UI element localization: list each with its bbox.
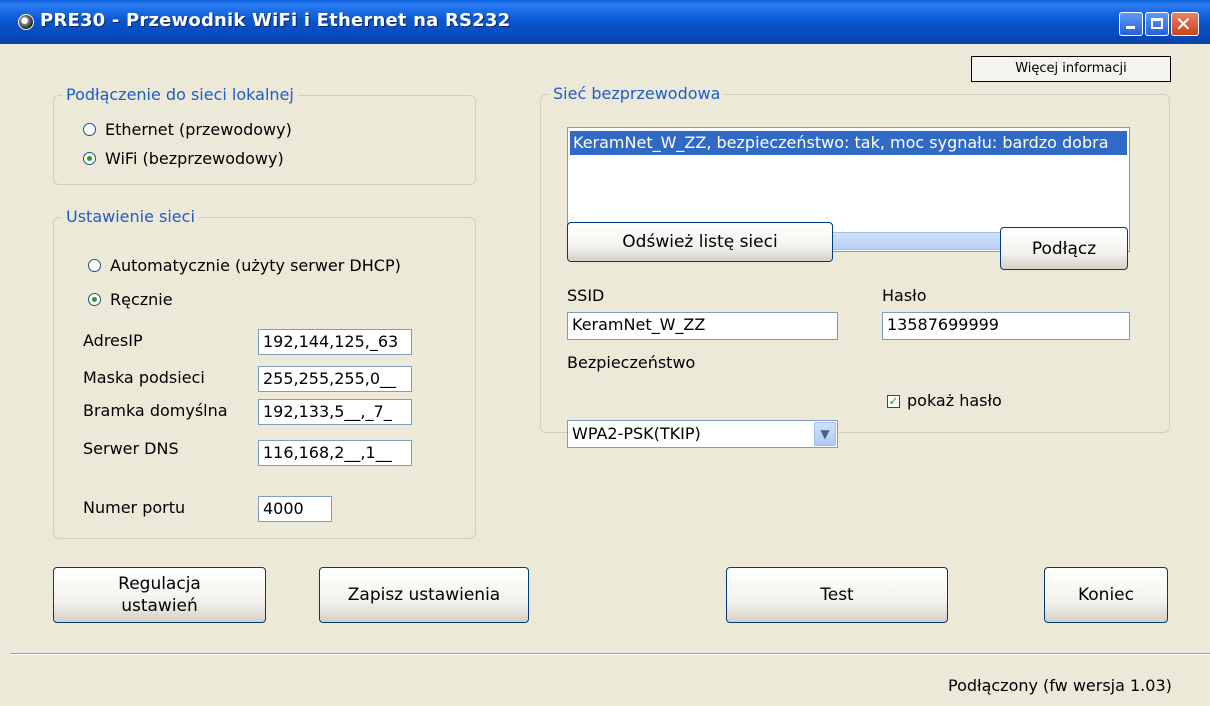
title-bar[interactable]: PRE30 - Przewodnik WiFi i Ethernet na RS… <box>0 0 1210 44</box>
dns-label: Serwer DNS <box>83 439 179 458</box>
dns-field[interactable]: 116,168,2__,1__ <box>258 440 412 466</box>
ip-address-label: AdresIP <box>83 331 143 350</box>
local-network-title: Podłączenie do sieci lokalnej <box>62 85 298 104</box>
close-button[interactable]: ✕ <box>1171 12 1199 36</box>
refresh-list-button[interactable]: Odśwież listę sieci <box>567 222 833 262</box>
save-settings-button[interactable]: Zapisz ustawienia <box>319 567 529 623</box>
connect-button[interactable]: Podłącz <box>1000 227 1128 270</box>
radio-wifi-circle[interactable] <box>83 152 96 165</box>
show-password-checkbox[interactable]: ✓ <box>887 395 900 408</box>
port-field[interactable]: 4000 <box>258 496 332 522</box>
regulation-button[interactable]: Regulacja ustawień <box>53 567 266 623</box>
maximize-icon <box>1151 18 1163 29</box>
chevron-down-icon[interactable]: ▼ <box>814 422 836 446</box>
main-window: PRE30 - Przewodnik WiFi i Ethernet na RS… <box>0 0 1210 706</box>
password-field[interactable]: 13587699999 <box>882 312 1130 340</box>
radio-manual-circle[interactable] <box>88 293 101 306</box>
minimize-icon <box>1126 26 1135 29</box>
radio-wifi[interactable]: WiFi (bezprzewodowy) <box>83 149 284 168</box>
status-text: Podłączony (fw wersja 1.03) <box>948 676 1172 695</box>
more-info-button[interactable]: Więcej informacji <box>971 56 1171 82</box>
radio-automatic[interactable]: Automatycznie (użyty serwer DHCP) <box>88 256 401 275</box>
client-area: Więcej informacji Podłączenie do sieci l… <box>10 44 1210 706</box>
subnet-mask-label: Maska podsieci <box>83 368 205 387</box>
list-item[interactable]: KeramNet_W_ZZ, bezpieczeństwo: tak, moc … <box>570 131 1127 155</box>
radio-manual-label: Ręcznie <box>110 290 173 309</box>
password-label: Hasło <box>882 286 927 305</box>
radio-ethernet[interactable]: Ethernet (przewodowy) <box>83 120 292 139</box>
gateway-field[interactable]: 192,133,5__,_7_ <box>258 399 412 425</box>
minimize-button[interactable] <box>1119 12 1143 36</box>
network-settings-title: Ustawienie sieci <box>62 207 199 226</box>
ip-address-field[interactable]: 192,144,125,_63 <box>258 329 412 355</box>
wireless-title: Sieć bezprzewodowa <box>549 84 725 103</box>
radio-automatic-label: Automatycznie (użyty serwer DHCP) <box>110 256 401 275</box>
radio-wifi-label: WiFi (bezprzewodowy) <box>105 149 284 168</box>
ssid-field[interactable]: KeramNet_W_ZZ <box>567 312 838 340</box>
local-network-group: Podłączenie do sieci lokalnej <box>53 85 476 185</box>
test-button[interactable]: Test <box>726 567 948 623</box>
port-label: Numer portu <box>83 498 186 517</box>
exit-button[interactable]: Koniec <box>1044 567 1168 623</box>
app-icon[interactable] <box>18 14 34 30</box>
radio-ethernet-label: Ethernet (przewodowy) <box>105 120 292 139</box>
subnet-mask-field[interactable]: 255,255,255,0__ <box>258 366 412 392</box>
maximize-button[interactable] <box>1145 12 1169 36</box>
security-select[interactable]: WPA2-PSK(TKIP) ▼ <box>567 420 838 448</box>
radio-manual[interactable]: Ręcznie <box>88 290 173 309</box>
show-password-label: pokaż hasło <box>907 391 1002 410</box>
security-select-value: WPA2-PSK(TKIP) <box>572 424 701 443</box>
ssid-label: SSID <box>567 286 605 305</box>
security-label: Bezpieczeństwo <box>567 353 696 372</box>
close-icon: ✕ <box>1175 12 1192 36</box>
status-separator <box>10 653 1210 655</box>
gateway-label: Bramka domyślna <box>83 401 228 420</box>
window-title: PRE30 - Przewodnik WiFi i Ethernet na RS… <box>40 10 511 31</box>
radio-ethernet-circle[interactable] <box>83 123 96 136</box>
radio-automatic-circle[interactable] <box>88 259 101 272</box>
